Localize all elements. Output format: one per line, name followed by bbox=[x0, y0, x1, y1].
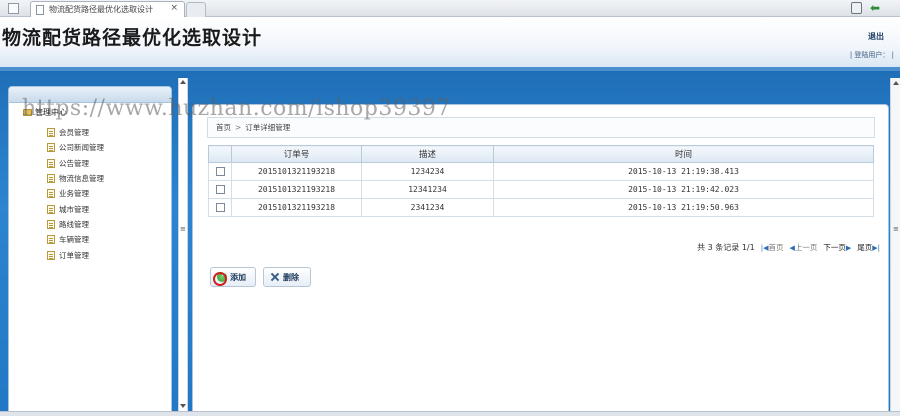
select-column-header bbox=[208, 145, 232, 163]
document-icon bbox=[47, 174, 55, 184]
sidebar-item-logistics-info[interactable]: 物流信息管理 bbox=[47, 171, 104, 186]
breadcrumb-current: 订单详细管理 bbox=[245, 123, 291, 132]
document-icon bbox=[47, 219, 55, 229]
description-cell: 1234234 bbox=[361, 162, 494, 181]
delete-icon bbox=[270, 272, 280, 282]
last-page-icon: ▶| bbox=[872, 244, 880, 252]
mouse-cursor-highlight bbox=[213, 272, 227, 286]
prev-page-label: 上一页 bbox=[794, 243, 818, 252]
breadcrumb-separator: > bbox=[235, 123, 242, 132]
grip-icon[interactable]: ≡ bbox=[893, 225, 899, 233]
scroll-down-icon[interactable] bbox=[180, 404, 186, 408]
document-icon bbox=[47, 128, 55, 138]
next-page-link[interactable]: 下一页▶ bbox=[823, 242, 851, 253]
sidebar-root[interactable]: 管理中心 bbox=[23, 107, 67, 118]
sidebar-item-label: 车辆管理 bbox=[59, 235, 89, 245]
sidebar-item-label: 路线管理 bbox=[59, 219, 89, 229]
sidebar-item-label: 会员管理 bbox=[59, 128, 89, 138]
table-header-row: 订单号 描述 时间 bbox=[208, 145, 874, 163]
column-header[interactable]: 描述 bbox=[361, 145, 494, 163]
scroll-up-icon[interactable] bbox=[893, 81, 899, 85]
time-cell: 2015-10-13 21:19:38.413 bbox=[493, 162, 874, 181]
description-cell: 2341234 bbox=[361, 198, 494, 217]
first-page-label: 首页 bbox=[768, 243, 784, 252]
document-icon bbox=[47, 235, 55, 245]
pagination: 共 3 条记录 1/1 |◀首页 ◀上一页 下一页▶ 尾页▶| bbox=[697, 242, 880, 253]
sidebar-item-label: 订单管理 bbox=[59, 250, 89, 260]
column-header[interactable]: 时间 bbox=[493, 145, 874, 163]
folder-icon bbox=[23, 109, 32, 116]
sidebar-item-label: 公司新闻管理 bbox=[59, 143, 104, 153]
table-row[interactable]: 2015101321193218 2341234 2015-10-13 21:1… bbox=[208, 198, 874, 217]
browser-tab[interactable]: 物流配货路径最优化选取设计 × bbox=[30, 1, 185, 17]
sidebar-item-orders[interactable]: 订单管理 bbox=[47, 247, 104, 262]
main-panel: 首页 > 订单详细管理 订单号 描述 时间 2015101321193218 1… bbox=[192, 104, 889, 412]
vertical-scrollbar[interactable]: ≡ bbox=[890, 78, 900, 412]
table-row[interactable]: 2015101321193218 12341234 2015-10-13 21:… bbox=[208, 180, 874, 199]
time-cell: 2015-10-13 21:19:42.023 bbox=[493, 180, 874, 199]
sidebar-item-members[interactable]: 会员管理 bbox=[47, 125, 104, 140]
breadcrumb: 首页 > 订单详细管理 bbox=[207, 117, 875, 138]
sidebar-item-label: 业务管理 bbox=[59, 189, 89, 199]
back-arrow-icon[interactable]: ⬅ bbox=[870, 1, 880, 15]
sidebar-item-announcements[interactable]: 公告管理 bbox=[47, 156, 104, 171]
sidebar-item-label: 公告管理 bbox=[59, 158, 89, 168]
delete-button[interactable]: 删除 bbox=[263, 267, 311, 287]
document-icon bbox=[47, 143, 55, 153]
browser-tab-strip: 物流配货路径最优化选取设计 × ⬅ bbox=[0, 0, 900, 17]
document-icon bbox=[47, 204, 55, 214]
row-checkbox[interactable] bbox=[215, 203, 225, 212]
sidebar-item-vehicles[interactable]: 车辆管理 bbox=[47, 232, 104, 247]
order-number-cell: 2015101321193218 bbox=[231, 180, 362, 199]
document-icon bbox=[47, 250, 55, 260]
tab-title: 物流配货路径最优化选取设计 bbox=[49, 5, 153, 14]
table-row[interactable]: 2015101321193218 1234234 2015-10-13 21:1… bbox=[208, 162, 874, 181]
sidebar-item-cities[interactable]: 城市管理 bbox=[47, 201, 104, 216]
close-icon[interactable]: × bbox=[170, 3, 178, 13]
orders-table: 订单号 描述 时间 2015101321193218 1234234 2015-… bbox=[208, 145, 874, 217]
sidebar-item-routes[interactable]: 路线管理 bbox=[47, 217, 104, 232]
time-cell: 2015-10-13 21:19:50.963 bbox=[493, 198, 874, 217]
page-icon[interactable] bbox=[8, 3, 19, 14]
breadcrumb-home[interactable]: 首页 bbox=[216, 122, 231, 133]
last-page-label: 尾页 bbox=[857, 243, 873, 252]
sidebar-item-business[interactable]: 业务管理 bbox=[47, 186, 104, 201]
sidebar-menu: 会员管理 公司新闻管理 公告管理 物流信息管理 业务管理 城市管理 路线管理 车… bbox=[47, 125, 104, 263]
first-page-link[interactable]: |◀首页 bbox=[761, 242, 784, 253]
logout-link[interactable]: 退出 bbox=[868, 31, 884, 42]
order-number-cell: 2015101321193218 bbox=[231, 162, 362, 181]
document-icon bbox=[47, 158, 55, 168]
sidebar-item-company-news[interactable]: 公司新闻管理 bbox=[47, 140, 104, 155]
order-number-cell: 2015101321193218 bbox=[231, 198, 362, 217]
page-title: 物流配货路径最优化选取设计 bbox=[2, 27, 263, 49]
page-menu-icon[interactable] bbox=[851, 2, 862, 14]
grip-icon[interactable]: ≡ bbox=[180, 225, 186, 233]
sidebar-root-label: 管理中心 bbox=[35, 108, 67, 117]
prev-page-link[interactable]: ◀上一页 bbox=[789, 242, 817, 253]
add-button-label: 添加 bbox=[230, 272, 246, 282]
delete-button-label: 删除 bbox=[283, 272, 299, 282]
site-header: 物流配货路径最优化选取设计 退出 | 登陆用户： | bbox=[0, 17, 900, 69]
sidebar-splitter[interactable]: ≡ bbox=[178, 78, 188, 412]
document-icon bbox=[36, 5, 44, 15]
document-icon bbox=[47, 189, 55, 199]
sidebar-header bbox=[9, 87, 171, 103]
scroll-up-icon[interactable] bbox=[180, 80, 186, 84]
next-page-label: 下一页 bbox=[823, 243, 846, 252]
new-tab-button[interactable] bbox=[186, 2, 206, 17]
sidebar-item-label: 物流信息管理 bbox=[59, 174, 104, 184]
sidebar-item-label: 城市管理 bbox=[59, 204, 89, 214]
column-header[interactable]: 订单号 bbox=[231, 145, 362, 163]
last-page-link[interactable]: 尾页▶| bbox=[857, 242, 880, 253]
row-checkbox[interactable] bbox=[215, 185, 225, 194]
record-summary: 共 3 条记录 1/1 bbox=[697, 243, 755, 252]
description-cell: 12341234 bbox=[361, 180, 494, 199]
sidebar: 管理中心 会员管理 公司新闻管理 公告管理 物流信息管理 业务管理 城市管理 路… bbox=[8, 86, 172, 412]
row-checkbox[interactable] bbox=[215, 167, 225, 176]
browser-status-bar bbox=[0, 411, 900, 416]
login-user-label: | 登陆用户： | bbox=[849, 51, 894, 59]
next-page-icon: ▶ bbox=[845, 244, 852, 252]
